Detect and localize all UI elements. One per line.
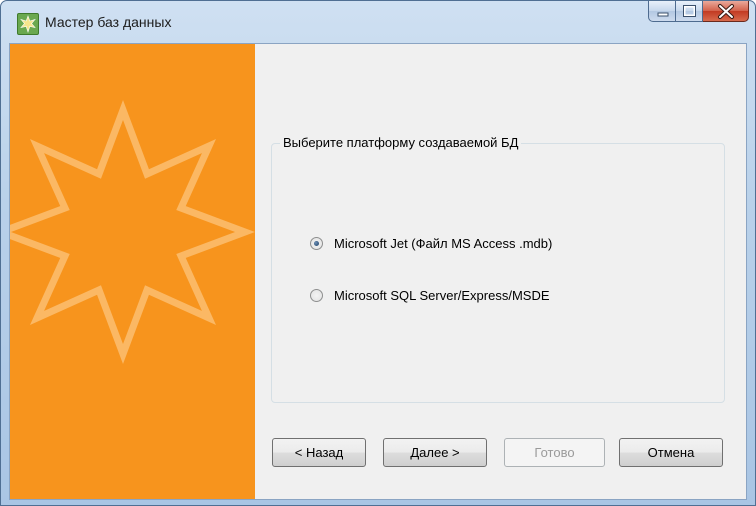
caption-buttons xyxy=(648,1,749,23)
option-sql-server[interactable]: Microsoft SQL Server/Express/MSDE xyxy=(310,288,550,303)
window: Мастер баз данных Выберите платформу соз… xyxy=(0,0,756,506)
wizard-panel: Выберите платформу создаваемой БД Micros… xyxy=(255,44,746,499)
finish-button[interactable]: Готово xyxy=(504,438,605,467)
wizard-star-icon xyxy=(17,13,39,35)
back-button[interactable]: < Назад xyxy=(272,438,366,467)
close-icon xyxy=(718,4,734,19)
radio-button[interactable] xyxy=(310,237,323,250)
cancel-button[interactable]: Отмена xyxy=(619,438,723,467)
next-button[interactable]: Далее > xyxy=(383,438,487,467)
window-title: Мастер баз данных xyxy=(45,14,172,30)
title-bar[interactable]: Мастер баз данных xyxy=(1,1,755,44)
client-area: Выберите платформу создаваемой БД Micros… xyxy=(9,43,747,500)
platform-groupbox: Выберите платформу создаваемой БД Micros… xyxy=(271,135,725,403)
option-label: Microsoft SQL Server/Express/MSDE xyxy=(334,288,550,303)
option-label: Microsoft Jet (Файл MS Access .mdb) xyxy=(334,236,553,251)
close-button[interactable] xyxy=(703,1,749,22)
option-jet[interactable]: Microsoft Jet (Файл MS Access .mdb) xyxy=(310,236,552,251)
maximize-icon xyxy=(683,5,696,17)
radio-button[interactable] xyxy=(310,289,323,302)
star-icon xyxy=(10,100,255,364)
wizard-sidebar xyxy=(10,44,255,499)
minimize-icon xyxy=(657,12,669,17)
maximize-button[interactable] xyxy=(676,1,703,22)
minimize-button[interactable] xyxy=(648,1,676,22)
group-caption: Выберите платформу создаваемой БД xyxy=(280,135,522,150)
